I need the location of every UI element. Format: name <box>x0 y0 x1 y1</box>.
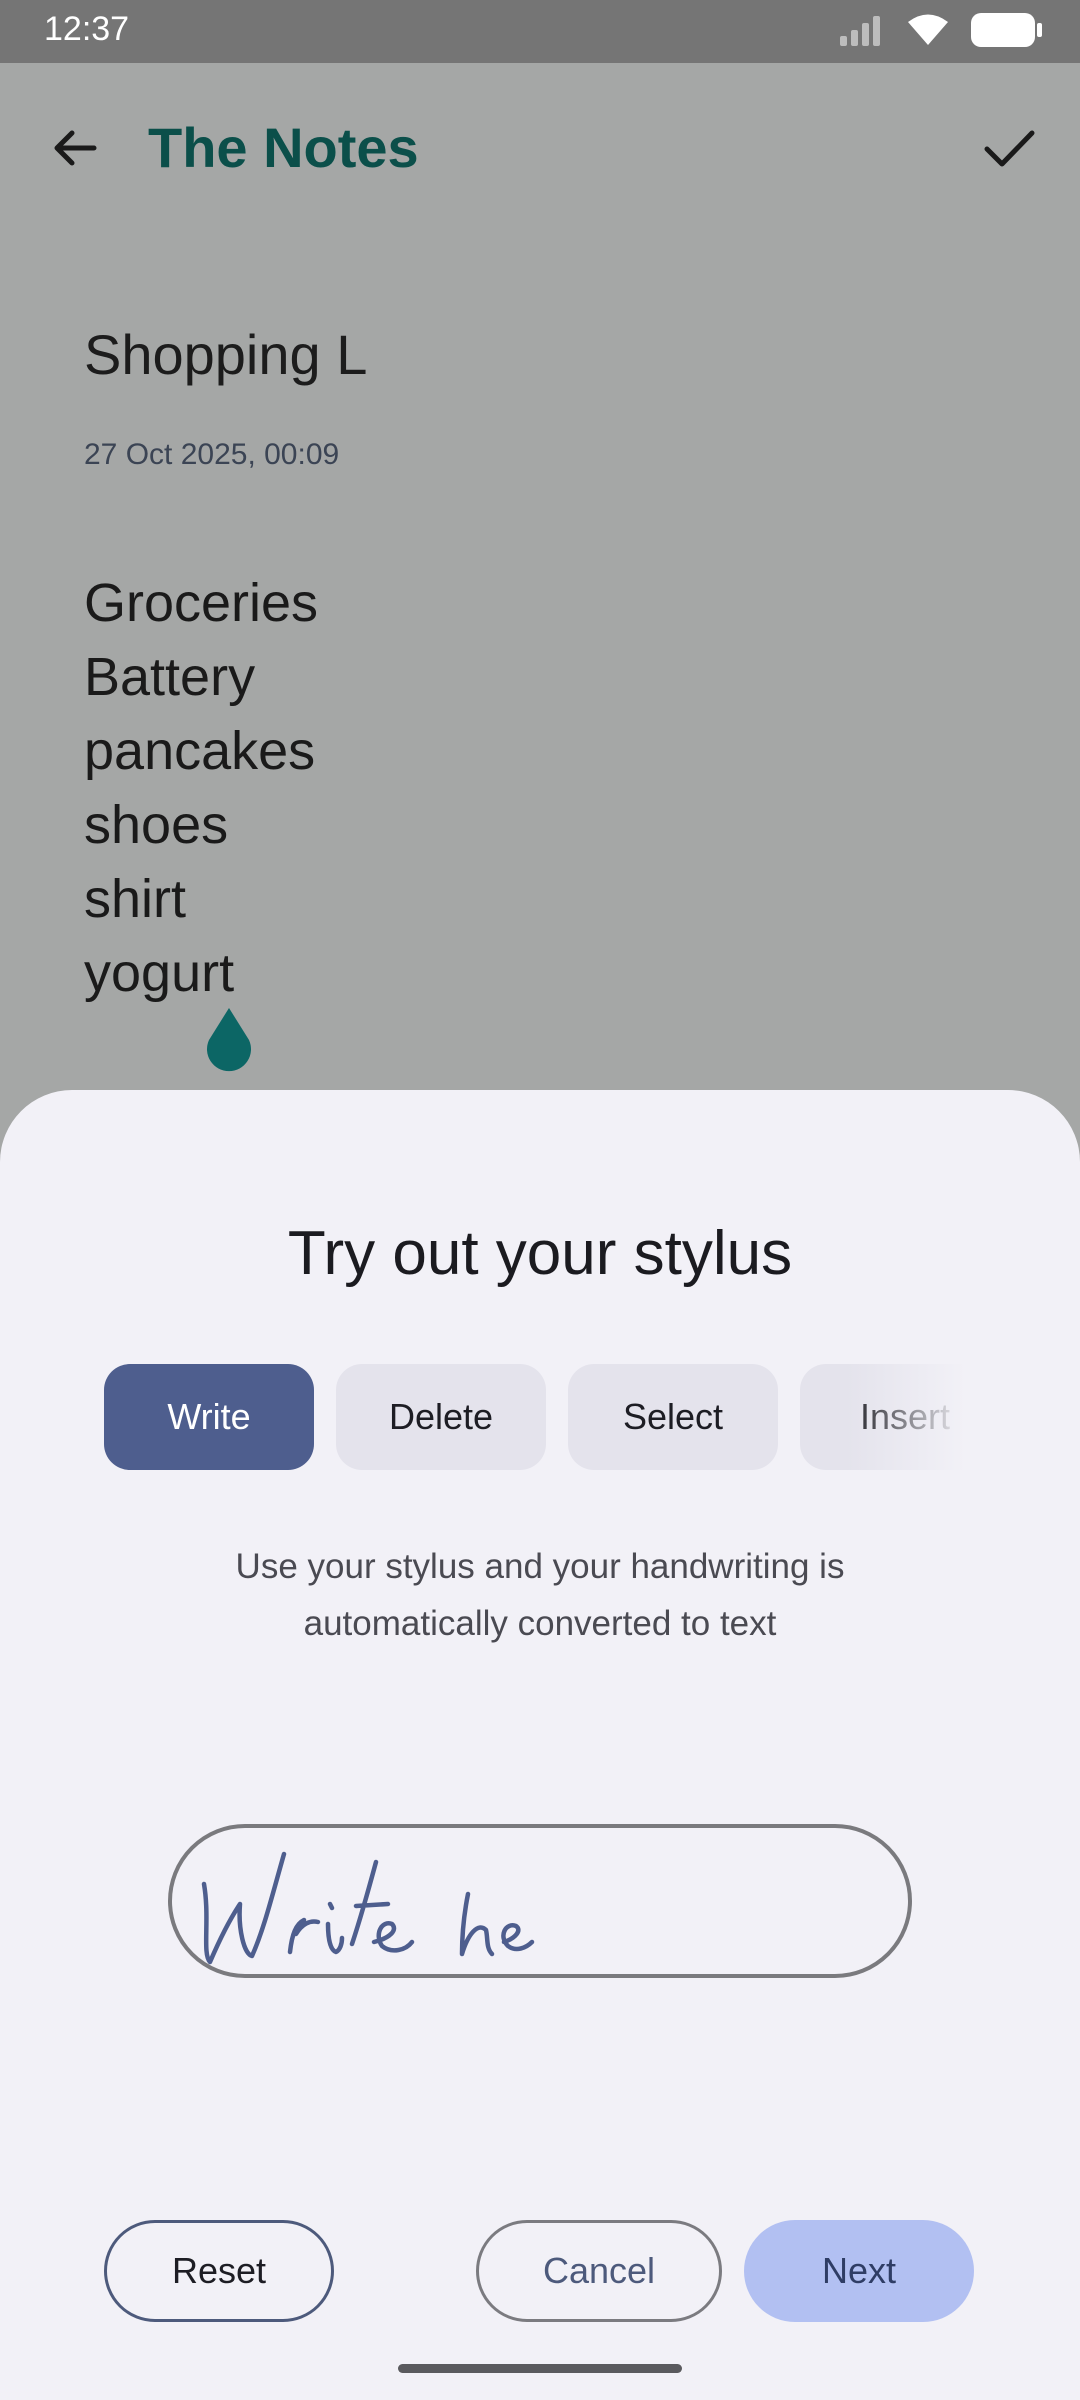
note-line: Battery <box>84 647 256 707</box>
sheet-description: Use your stylus and your handwriting is … <box>235 1547 845 1643</box>
text-cursor-handle[interactable] <box>201 1006 257 1079</box>
back-button[interactable] <box>40 115 110 185</box>
note-line: yogurt <box>84 943 235 1003</box>
note-body[interactable]: Groceries Battery pancakes shoes shirt y… <box>84 566 318 1010</box>
save-button[interactable] <box>974 115 1044 185</box>
note-line: shoes <box>84 795 229 855</box>
handwriting-input[interactable] <box>168 1824 912 1978</box>
battery-icon <box>970 12 1044 53</box>
app-bar: The Notes <box>0 63 1080 233</box>
tab-select[interactable]: Select <box>568 1364 778 1470</box>
note-line: shirt <box>84 869 187 929</box>
arrow-back-icon <box>50 123 100 178</box>
status-bar: 12:37 <box>0 0 1080 63</box>
app-title: The Notes <box>148 116 419 179</box>
stylus-bottom-sheet: Try out your stylus Write Delete Select … <box>0 1090 1080 2400</box>
note-line: pancakes <box>84 721 316 781</box>
signal-icon <box>838 14 886 51</box>
note-line: Groceries <box>84 573 319 633</box>
sheet-title: Try out your stylus <box>287 1219 793 1288</box>
tab-insert[interactable]: Insert <box>800 1364 966 1470</box>
cancel-button[interactable]: Cancel <box>476 2220 722 2322</box>
note-date: 27 Oct 2025, 00:09 <box>84 438 340 471</box>
home-indicator[interactable] <box>398 2364 682 2373</box>
next-button[interactable]: Next <box>744 2220 974 2322</box>
reset-button[interactable]: Reset <box>104 2220 334 2322</box>
wifi-icon <box>906 13 950 52</box>
note-title[interactable]: Shopping L <box>84 322 367 387</box>
check-icon <box>982 121 1036 180</box>
stylus-mode-tabs: Write Delete Select Insert <box>104 1364 966 1472</box>
handwriting-sample <box>201 1851 535 1965</box>
tab-delete[interactable]: Delete <box>336 1364 546 1470</box>
status-icons <box>838 12 1044 53</box>
status-time: 12:37 <box>44 10 130 48</box>
tab-write[interactable]: Write <box>104 1364 314 1470</box>
